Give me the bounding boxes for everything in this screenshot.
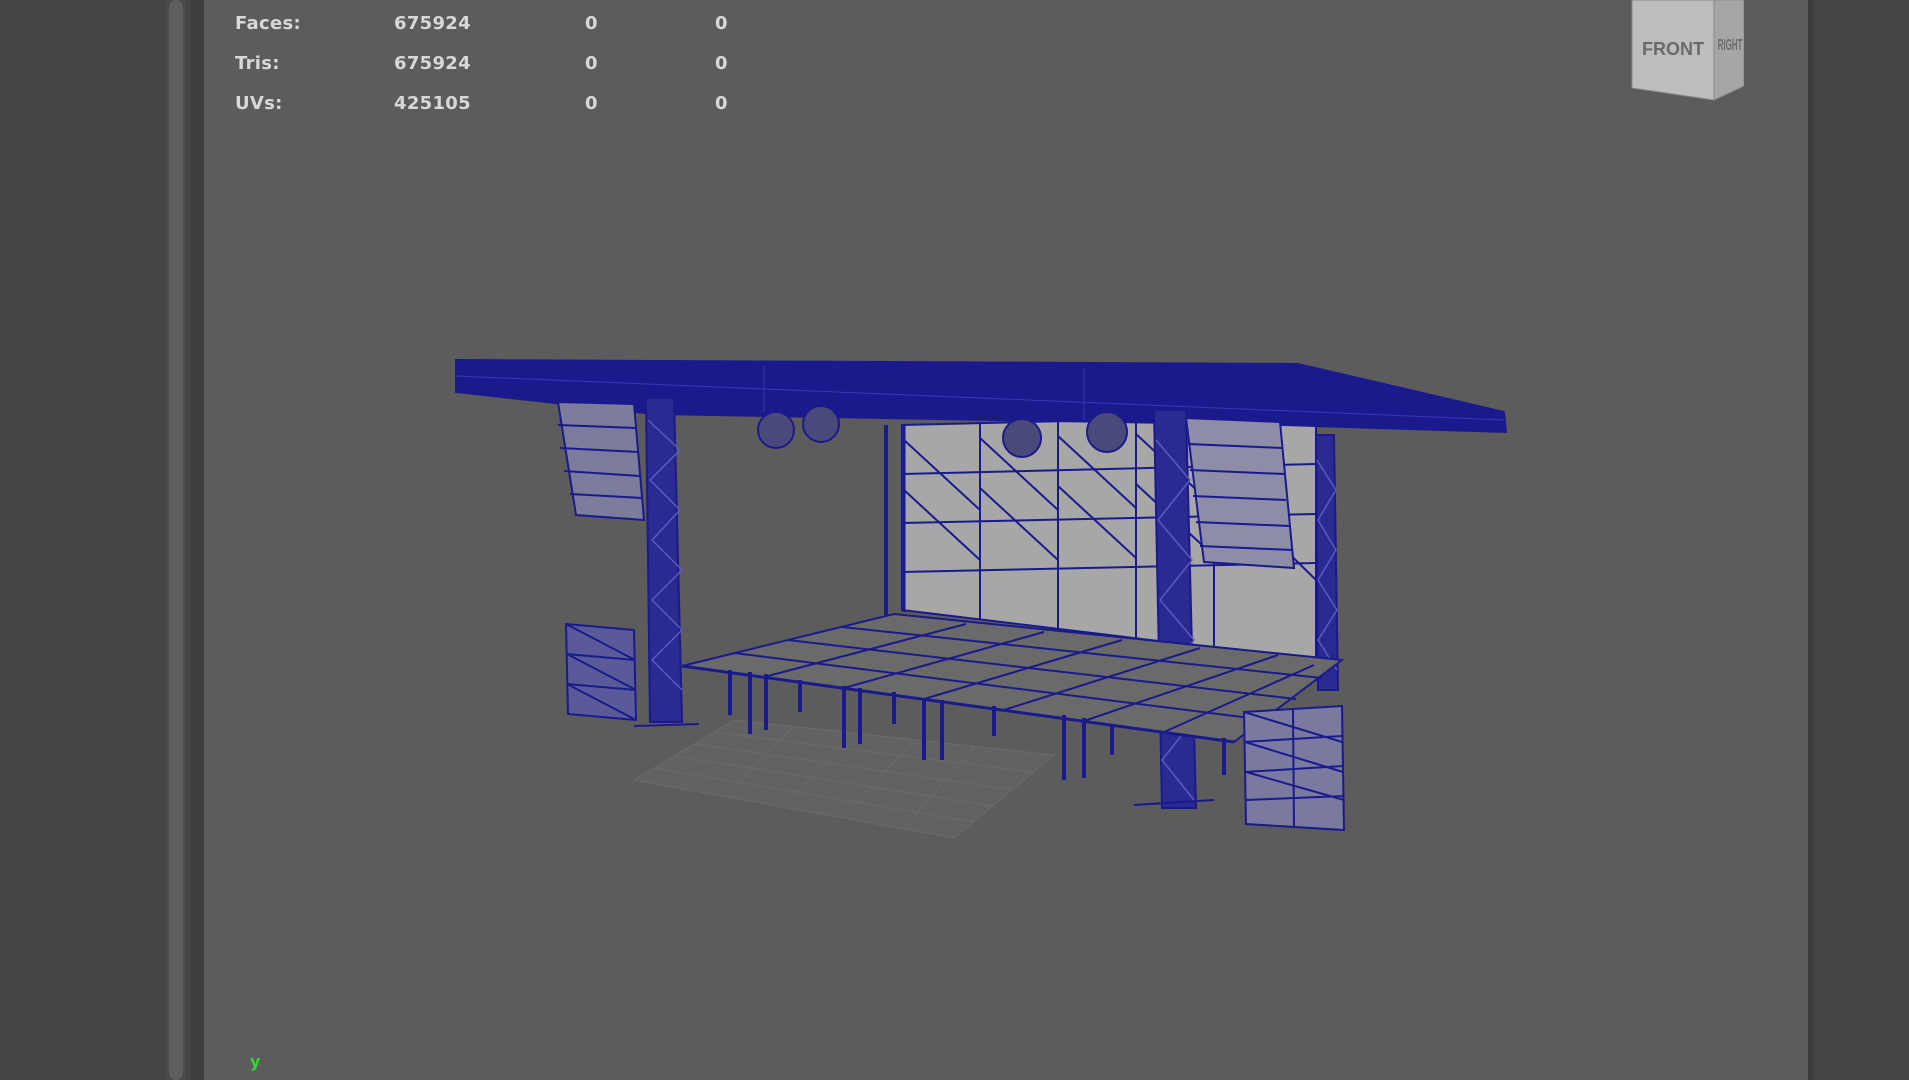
right-subwoofer-stack xyxy=(1242,704,1346,832)
left-truss-tower xyxy=(633,397,700,727)
left-panel xyxy=(0,0,166,1080)
axis-indicator-y-label: y xyxy=(250,1052,261,1071)
stage-wireframe-model[interactable] xyxy=(204,0,1808,1080)
right-line-array xyxy=(1184,416,1296,570)
scrollbar-thumb[interactable] xyxy=(169,0,183,1080)
viewport-left-border xyxy=(190,0,204,1080)
right-panel xyxy=(1814,0,1909,1080)
left-line-array xyxy=(556,400,646,522)
right-back-truss-tower xyxy=(1314,434,1340,691)
viewport-3d[interactable]: Faces: 675924 0 0 Tris: 675924 0 0 UVs: … xyxy=(204,0,1808,1080)
left-subwoofer-stack xyxy=(564,622,638,722)
